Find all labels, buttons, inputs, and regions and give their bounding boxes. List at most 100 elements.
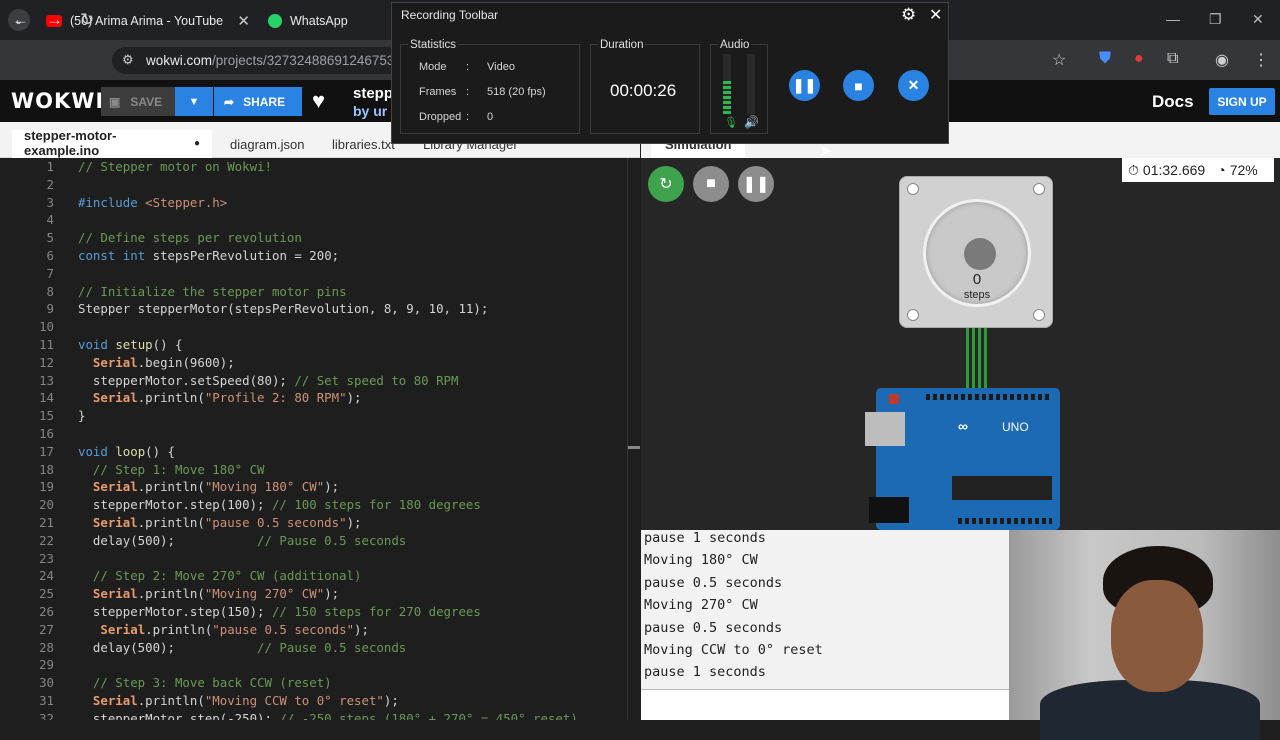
analog-pin-header — [958, 518, 1052, 524]
code-line[interactable]: Serial.begin(9600); — [78, 355, 235, 370]
code-line[interactable]: const int stepsPerRevolution = 200; — [78, 248, 339, 263]
reload-icon[interactable]: ↻ — [80, 10, 94, 30]
code-line[interactable]: delay(500); // Pause 0.5 seconds — [78, 533, 406, 548]
line-number: 19 — [39, 479, 54, 495]
code-line[interactable]: Serial.println("pause 0.5 seconds"); — [78, 622, 369, 637]
save-button[interactable]: ▣ SAVE — [101, 87, 175, 116]
audio-label: Audio — [718, 39, 752, 51]
line-number: 6 — [46, 248, 54, 263]
mouse-cursor-icon: ➤ — [819, 143, 833, 160]
code-line[interactable]: stepperMotor.step(150); // 150 steps for… — [78, 604, 481, 619]
code-line[interactable]: #include <Stepper.h> — [78, 195, 227, 210]
close-icon[interactable]: ✕ — [929, 5, 942, 25]
code-line[interactable]: // Step 2: Move 270° CW (additional) — [78, 568, 362, 583]
code-line[interactable]: Serial.println("Moving 270° CW"); — [78, 586, 339, 601]
dropped-sep: : — [466, 111, 470, 123]
gear-icon[interactable]: ⚙ — [901, 5, 916, 25]
window-close-icon[interactable]: ✕ — [1252, 11, 1264, 28]
bookmark-star-icon[interactable]: ☆ — [1052, 50, 1066, 70]
cancel-recording-button[interactable]: ✕ — [898, 70, 929, 101]
project-author[interactable]: by ur — [353, 103, 387, 119]
back-icon[interactable]: ← — [12, 10, 29, 30]
pause-recording-button[interactable]: ❚❚ — [789, 70, 820, 101]
minimize-icon[interactable]: — — [1166, 11, 1180, 27]
reset-button-icon[interactable] — [889, 394, 899, 404]
serial-output-line: pause 0.5 seconds — [644, 619, 783, 636]
code-line[interactable]: stepperMotor.step(-250); // -250 steps (… — [78, 711, 578, 720]
audio-meter-left — [723, 54, 731, 114]
serial-output-line: Moving 270° CW — [644, 597, 758, 614]
code-line[interactable]: Serial.println("Moving CCW to 0° reset")… — [78, 693, 399, 708]
code-line[interactable]: // Step 1: Move 180° CW — [78, 462, 265, 477]
pause-simulation-button[interactable]: ❚❚ — [738, 166, 774, 202]
browser-tab-youtube[interactable]: (50) Arima Arima - YouTube ✕ — [36, 6, 258, 36]
code-line[interactable]: // Define steps per revolution — [78, 230, 302, 245]
whatsapp-icon — [268, 14, 282, 28]
line-number: 18 — [39, 461, 54, 477]
line-number: 20 — [39, 497, 54, 513]
code-line[interactable]: Stepper stepperMotor(stepsPerRevolution,… — [78, 301, 488, 316]
tab-sketch-file[interactable]: stepper-motor-example.ino ● — [12, 128, 212, 158]
forward-icon[interactable]: → — [46, 10, 63, 30]
save-dropdown-button[interactable]: ▼ — [175, 87, 213, 116]
serial-input-field[interactable] — [641, 689, 1009, 720]
audio-meter-right — [747, 54, 755, 114]
site-info-icon[interactable]: ⚙ — [122, 52, 134, 68]
code-line[interactable]: } — [78, 408, 85, 423]
tab-label: stepper-motor-example.ino — [24, 128, 117, 158]
extension-shield-icon[interactable]: ⛊ — [1099, 50, 1111, 68]
restart-simulation-button[interactable]: ↻ — [648, 166, 684, 202]
extension-red-icon[interactable]: ● — [1134, 50, 1144, 68]
code-line[interactable]: stepperMotor.setSpeed(80); // Set speed … — [78, 373, 459, 388]
stepper-motor[interactable]: 0 steps — [899, 176, 1053, 328]
dropped-value: 0 — [487, 111, 494, 123]
code-line[interactable]: // Step 3: Move back CCW (reset) — [78, 675, 332, 690]
board-label: UNO — [1002, 420, 1029, 434]
serial-monitor-output: pause 1 seconds Moving 180° CW pause 0.5 s… — [641, 530, 1009, 690]
motor-steps-value: 0 — [972, 271, 982, 288]
line-number: 1 — [46, 159, 54, 174]
power-jack — [869, 497, 909, 523]
code-line[interactable]: // Stepper motor on Wokwi! — [78, 159, 272, 174]
motor-wire — [972, 328, 975, 390]
unsaved-dot-icon: ● — [193, 137, 200, 149]
code-line[interactable]: // Initialize the stepper motor pins — [78, 284, 347, 299]
line-number: 4 — [46, 212, 54, 228]
tab-diagram-json[interactable]: diagram.json — [230, 130, 304, 158]
code-line[interactable]: Serial.println("Profile 2: 80 RPM"); — [78, 390, 362, 405]
microphone-icon[interactable]: 🎙 — [724, 116, 738, 129]
code-editor[interactable]: 1 // Stepper motor on Wokwi! 2 3 #include <S… — [0, 158, 640, 720]
share-button[interactable]: ➦ SHARE — [214, 87, 302, 116]
frames-label: Frames — [419, 86, 457, 98]
line-number: 23 — [39, 550, 54, 566]
speaker-icon[interactable]: 🔊 — [744, 115, 759, 129]
line-number: 14 — [39, 390, 54, 406]
editor-scrollbar[interactable] — [627, 158, 640, 720]
docs-link[interactable]: Docs — [1152, 92, 1194, 112]
sign-up-button[interactable]: SIGN UP — [1209, 88, 1275, 115]
wokwi-logo[interactable]: WOKWI — [11, 89, 104, 113]
stop-recording-button[interactable]: ■ — [843, 70, 874, 101]
code-line[interactable]: stepperMotor.step(100); // 100 steps for… — [78, 497, 481, 512]
maximize-icon[interactable]: ❐ — [1209, 11, 1222, 28]
stop-simulation-button[interactable]: ■ — [693, 166, 729, 202]
close-tab-icon[interactable]: ✕ — [237, 12, 250, 30]
code-line[interactable]: Serial.println("Moving 180° CW"); — [78, 479, 339, 494]
tab-libraries-txt[interactable]: libraries.txt — [332, 130, 395, 158]
code-line[interactable]: Serial.println("pause 0.5 seconds"); — [78, 515, 362, 530]
extensions-puzzle-icon[interactable]: ⧉ — [1167, 50, 1178, 68]
code-line[interactable]: void setup() { — [78, 337, 182, 352]
duration-value: 00:00:26 — [610, 81, 677, 100]
digital-pin-header — [926, 394, 1050, 400]
browser-menu-icon[interactable]: ⋮ — [1253, 50, 1269, 70]
profile-icon[interactable]: ◉ — [1215, 50, 1229, 70]
webcam-person-face — [1111, 580, 1203, 692]
like-heart-icon[interactable]: ♥ — [312, 88, 325, 114]
code-line[interactable]: delay(500); // Pause 0.5 seconds — [78, 640, 406, 655]
mode-sep: : — [466, 61, 470, 73]
restart-icon: ↻ — [659, 176, 673, 193]
motor-wire — [978, 328, 981, 390]
code-line[interactable]: void loop() { — [78, 444, 175, 459]
frames-value: 518 (20 fps) — [487, 86, 546, 98]
motor-hub — [964, 238, 996, 270]
